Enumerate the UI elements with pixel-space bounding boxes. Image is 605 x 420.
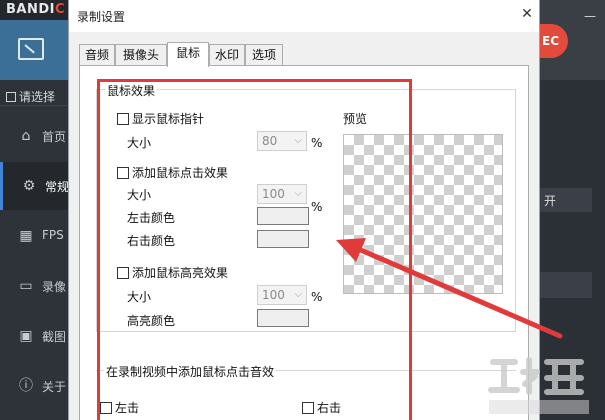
nav-item-screenshot[interactable]: ▣ 截图 (0, 312, 68, 360)
tab-options[interactable]: 选项 (245, 44, 283, 66)
mouse-effect-group: 鼠标效果 显示鼠标指针 大小 80 ⌵ % 添加鼠标点击效果 大小 100 ⌵ % … (96, 82, 516, 332)
checkbox-box[interactable] (100, 401, 112, 414)
dialog-title: 录制设置 (77, 10, 126, 24)
left-click-color-picker[interactable] (257, 207, 309, 225)
tab-mouse[interactable]: 鼠标 (167, 42, 209, 67)
nav-item-general[interactable]: ⚙ 常规 (0, 162, 68, 210)
checkbox-box[interactable] (117, 112, 129, 125)
record-settings-dialog: 录制设置 ✕ 音频 摄像头 鼠标 水印 选项 鼠标效果 显示鼠标指针 大小 80… (68, 0, 540, 420)
open-button[interactable]: 开 (540, 188, 592, 212)
click-size-select[interactable]: 100 ⌵ (257, 184, 307, 204)
preview-label: 预览 (343, 112, 368, 126)
preview-area (343, 134, 503, 294)
click-effect-checkbox[interactable]: 添加鼠标点击效果 (117, 164, 228, 181)
checkbox-box[interactable] (117, 166, 129, 179)
click-size-label: 大小 (127, 188, 152, 202)
click-sound-group: 在录制视频中添加鼠标点击音效 左击 右击 (96, 363, 516, 420)
highlight-color-picker[interactable] (257, 309, 309, 327)
left-click-color-label: 左击颜色 (127, 211, 176, 225)
dialog-titlebar: 录制设置 ✕ (69, 0, 539, 32)
minimize-icon[interactable]: — (584, 10, 596, 22)
chevron-down-icon: ⌵ (294, 188, 302, 199)
tab-watermark[interactable]: 水印 (209, 44, 245, 66)
screen-record-mode-button[interactable] (0, 20, 68, 80)
background-app-right-panel: EC — 开 (540, 0, 605, 420)
grid-icon (6, 92, 16, 102)
background-button[interactable] (540, 272, 592, 298)
mouse-tab-panel: 鼠标效果 显示鼠标指针 大小 80 ⌵ % 添加鼠标点击效果 大小 100 ⌵ % … (79, 65, 529, 420)
video-icon: ▭ (19, 278, 33, 294)
highlight-size-select[interactable]: 100 ⌵ (257, 285, 307, 305)
screenshot-icon: ▣ (19, 328, 33, 344)
nav-item-home[interactable]: ⌂ 首页 (0, 112, 68, 160)
checkbox-box[interactable] (117, 266, 129, 279)
right-click-sound-checkbox[interactable]: 右击 (302, 399, 341, 416)
checkbox-box[interactable] (302, 401, 314, 414)
right-click-color-label: 右击颜色 (127, 234, 176, 248)
tab-audio[interactable]: 音频 (79, 44, 115, 66)
nav-item-video[interactable]: ▭ 录像 (0, 262, 68, 310)
mouse-effect-group-title: 鼠标效果 (105, 82, 158, 99)
close-icon[interactable]: ✕ (517, 4, 537, 24)
left-click-sound-checkbox[interactable]: 左击 (100, 399, 139, 416)
cursor-size-label: 大小 (127, 136, 152, 150)
click-sound-group-title: 在录制视频中添加鼠标点击音效 (104, 363, 277, 380)
highlight-color-label: 高亮颜色 (127, 314, 176, 328)
nav-item-about[interactable]: ⓘ 关于 (0, 362, 68, 410)
chevron-down-icon: ⌵ (294, 289, 302, 300)
right-click-color-picker[interactable] (257, 230, 309, 248)
fps-icon: ▦ (19, 228, 33, 244)
record-toolbar: EC — (540, 0, 605, 80)
nav-item-fps[interactable]: ▦ FPS (0, 212, 68, 260)
cursor-size-select[interactable]: 80 ⌵ (257, 131, 307, 151)
cursor-size-unit: % (311, 136, 323, 150)
info-icon: ⓘ (19, 378, 33, 394)
highlight-size-label: 大小 (127, 290, 152, 304)
click-size-unit: % (311, 200, 323, 214)
gear-icon: ⚙ (22, 178, 36, 194)
select-mode-label[interactable]: 请选择 (0, 84, 68, 106)
app-logo: BANDIC (0, 0, 68, 20)
chevron-down-icon: ⌵ (294, 135, 302, 146)
screen-record-icon (18, 38, 44, 60)
tab-webcam[interactable]: 摄像头 (115, 44, 167, 66)
background-app-sidebar: BANDIC 请选择 ⌂ 首页 ⚙ 常规 ▦ FPS ▭ 录像 ▣ 截图 ⓘ 关… (0, 0, 68, 420)
highlight-size-unit: % (311, 290, 323, 304)
show-cursor-checkbox[interactable]: 显示鼠标指针 (117, 110, 204, 127)
home-icon: ⌂ (21, 128, 31, 144)
highlight-effect-checkbox[interactable]: 添加鼠标高亮效果 (117, 264, 228, 281)
record-button[interactable]: EC (540, 24, 568, 58)
